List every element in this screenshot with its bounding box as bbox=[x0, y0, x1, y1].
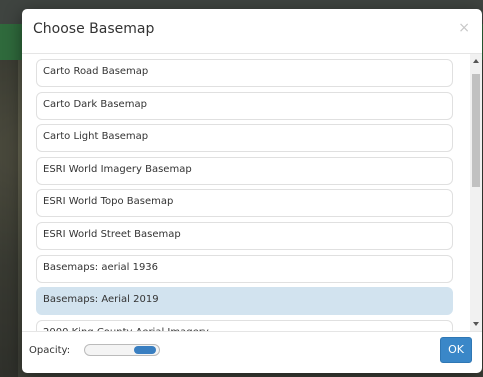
basemap-option[interactable]: Carto Light Basemap bbox=[36, 124, 453, 152]
basemap-option-label: Carto Road Basemap bbox=[43, 66, 149, 77]
basemap-option[interactable]: ESRI World Imagery Basemap bbox=[36, 157, 453, 185]
dialog-title: Choose Basemap bbox=[33, 21, 155, 37]
basemap-option-label: ESRI World Topo Basemap bbox=[43, 196, 174, 207]
basemap-option-label: Carto Light Basemap bbox=[43, 131, 149, 142]
basemap-option[interactable]: Carto Dark Basemap bbox=[36, 92, 453, 120]
map-edge-shadow bbox=[0, 60, 18, 377]
scrollbar[interactable] bbox=[470, 54, 482, 331]
close-icon[interactable]: × bbox=[458, 21, 470, 35]
basemap-option-label: ESRI World Imagery Basemap bbox=[43, 164, 192, 175]
scroll-thumb[interactable] bbox=[472, 74, 480, 187]
basemap-option[interactable]: 2000 King County Aerial Imagery bbox=[36, 320, 453, 331]
basemap-option-label: ESRI World Street Basemap bbox=[43, 229, 181, 240]
basemap-option[interactable]: Carto Road Basemap bbox=[36, 59, 453, 87]
basemap-option[interactable]: Basemaps: aerial 1936 bbox=[36, 255, 453, 283]
opacity-slider[interactable] bbox=[84, 344, 160, 356]
basemap-option[interactable]: ESRI World Street Basemap bbox=[36, 222, 453, 250]
opacity-label: Opacity: bbox=[29, 345, 71, 356]
basemap-option-label: Basemaps: aerial 1936 bbox=[43, 262, 159, 273]
choose-basemap-dialog: Choose Basemap × Carto Road Basemap Carto… bbox=[22, 9, 482, 373]
opacity-slider-handle[interactable] bbox=[134, 346, 156, 354]
dialog-footer: Opacity: OK bbox=[22, 331, 482, 373]
ok-button[interactable]: OK bbox=[440, 337, 472, 363]
scroll-up-arrow-icon[interactable] bbox=[473, 59, 479, 63]
basemap-option[interactable]: Basemaps: Aerial 2019 bbox=[36, 287, 453, 315]
basemap-list-viewport[interactable]: Carto Road Basemap Carto Dark Basemap Cart… bbox=[22, 54, 482, 331]
basemap-option-label: Basemaps: Aerial 2019 bbox=[43, 294, 159, 305]
basemap-option-label: Carto Dark Basemap bbox=[43, 99, 147, 110]
basemap-option[interactable]: ESRI World Topo Basemap bbox=[36, 189, 453, 217]
dialog-header: Choose Basemap × bbox=[22, 9, 482, 54]
scroll-down-arrow-icon[interactable] bbox=[473, 322, 479, 326]
